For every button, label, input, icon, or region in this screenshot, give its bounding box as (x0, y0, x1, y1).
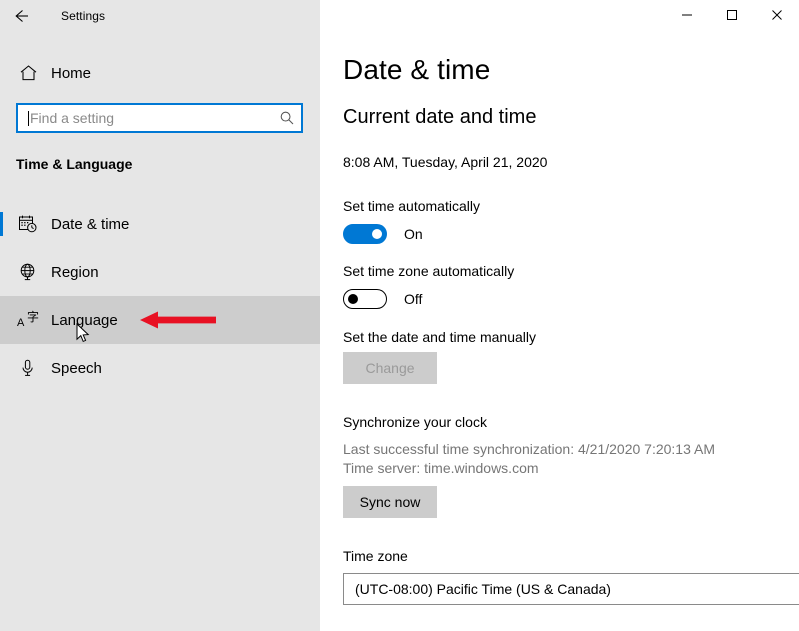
search-caret (28, 110, 29, 126)
set-time-automatically-label: Set time automatically (343, 198, 480, 214)
minimize-icon (681, 14, 692, 16)
app-title: Settings (61, 9, 106, 23)
last-sync-text: Last successful time synchronization: 4/… (343, 441, 715, 457)
change-button[interactable]: Change (343, 352, 437, 384)
main-content: Date & time Current date and time 8:08 A… (320, 0, 799, 631)
set-manually-label: Set the date and time manually (343, 329, 537, 345)
sidebar-item-speech[interactable]: Speech (0, 344, 320, 392)
set-timezone-automatically-row: Off (343, 289, 422, 309)
timezone-dropdown[interactable]: (UTC-08:00) Pacific Time (US & Canada) (343, 573, 799, 605)
section-heading-current: Current date and time (343, 106, 537, 128)
sidebar-item-region[interactable]: Region (0, 248, 320, 296)
sidebar-nav-list: Date & time Region A 字 Language Speech (0, 200, 320, 392)
language-icon: A 字 (8, 311, 48, 329)
close-button[interactable] (754, 0, 799, 30)
close-icon (771, 10, 782, 20)
sidebar-item-home[interactable]: Home (0, 56, 320, 90)
synchronize-heading: Synchronize your clock (343, 414, 487, 430)
set-time-automatically-state: On (404, 226, 423, 242)
back-button[interactable] (0, 0, 44, 32)
sync-now-button[interactable]: Sync now (343, 486, 437, 518)
sidebar: Home Time & Language (0, 0, 320, 631)
sidebar-item-label: Date & time (51, 215, 130, 233)
sidebar-item-label: Region (51, 263, 99, 281)
time-server-text: Time server: time.windows.com (343, 460, 539, 476)
set-timezone-automatically-label: Set time zone automatically (343, 263, 515, 279)
language-icon-latin: A (17, 317, 25, 329)
minimize-button[interactable] (664, 0, 709, 30)
timezone-label: Time zone (343, 548, 408, 564)
language-icon-cjk: 字 (26, 310, 39, 324)
timezone-selected-value: (UTC-08:00) Pacific Time (US & Canada) (355, 581, 611, 597)
title-bar-left: Settings (0, 0, 320, 32)
search-icon[interactable] (273, 110, 301, 126)
settings-window: Settings Home Find a setting Time & Lang… (0, 0, 799, 631)
title-bar: Settings (0, 0, 799, 32)
sidebar-item-language[interactable]: A 字 Language (0, 296, 320, 344)
microphone-icon (8, 358, 48, 378)
set-timezone-automatically-state: Off (404, 291, 423, 307)
maximize-icon (726, 10, 737, 20)
toggle-knob (348, 294, 358, 304)
set-time-automatically-row: On (343, 224, 423, 244)
search-input[interactable] (30, 107, 273, 129)
sidebar-item-date-time[interactable]: Date & time (0, 200, 320, 248)
window-controls (320, 0, 799, 32)
selected-indicator (0, 212, 3, 236)
sidebar-section-title: Time & Language (16, 156, 133, 172)
sidebar-home-label: Home (51, 64, 92, 82)
set-time-automatically-toggle[interactable] (343, 224, 387, 244)
sidebar-item-label: Speech (51, 359, 102, 377)
page-title: Date & time (343, 54, 491, 85)
calendar-clock-icon (8, 214, 48, 234)
set-timezone-automatically-toggle[interactable] (343, 289, 387, 309)
back-arrow-icon (15, 10, 28, 22)
globe-icon (8, 262, 48, 282)
maximize-button[interactable] (709, 0, 754, 30)
toggle-knob (372, 229, 382, 239)
search-box[interactable] (16, 103, 303, 133)
current-datetime-text: 8:08 AM, Tuesday, April 21, 2020 (343, 154, 548, 170)
sidebar-item-label: Language (51, 311, 118, 329)
home-icon (8, 64, 48, 82)
